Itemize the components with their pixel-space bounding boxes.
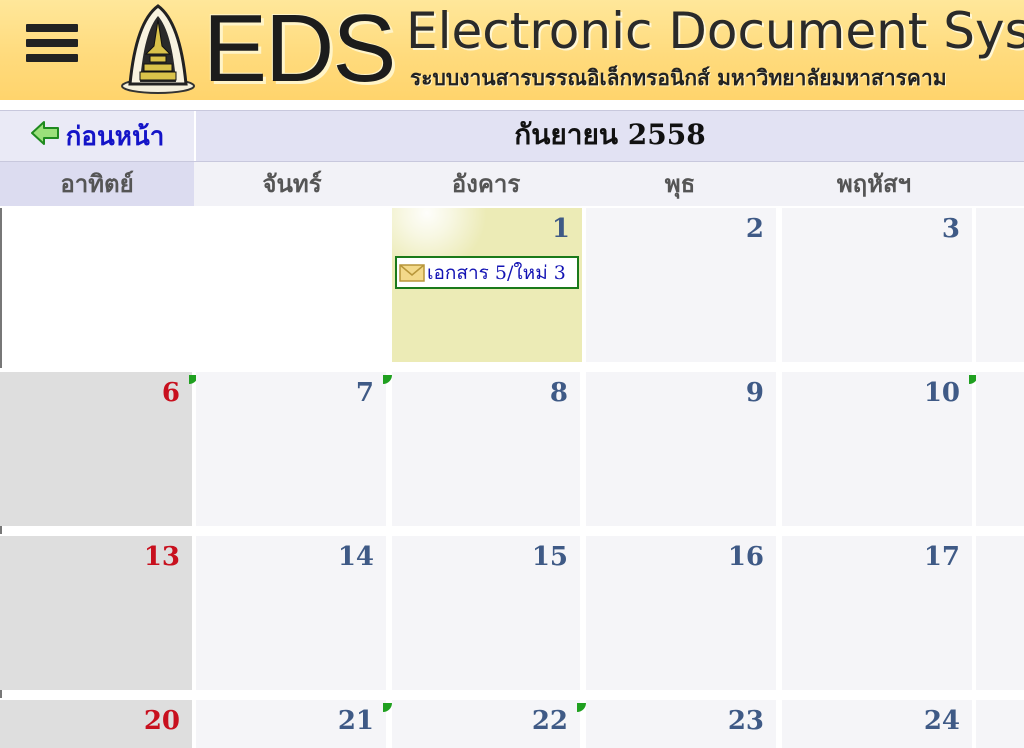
day-cell[interactable]: 16 (586, 536, 776, 690)
day-number: 1 (551, 214, 570, 244)
weekday-header: อาทิตย์ จันทร์ อังคาร พุธ พฤหัสฯ (0, 162, 1024, 206)
day-cell[interactable]: 10 (782, 372, 972, 526)
day-cell[interactable]: 7 (196, 372, 386, 526)
previous-month-label: ก่อนหน้า (65, 121, 165, 152)
event-marker-icon (374, 694, 392, 712)
weekday-wednesday: พุธ (664, 169, 696, 198)
arrow-left-icon (30, 121, 59, 145)
system-subtitle: ระบบงานสารบรรณอิเล็กทรอนิกส์ มหาวิทยาลัย… (410, 66, 947, 90)
previous-month-button[interactable]: ก่อนหน้า (0, 111, 196, 161)
day-number: 2 (745, 214, 764, 244)
logo-text: EDS (203, 0, 396, 100)
weekday-thursday: พฤหัสฯ (836, 169, 912, 198)
day-cell[interactable]: 14 (196, 536, 386, 690)
day-cell[interactable]: 3 (782, 208, 972, 362)
day-number: 21 (337, 706, 374, 736)
day-cell-today[interactable]: 1 เอกสาร 5/ใหม่ 3 (392, 208, 582, 362)
grid-border (0, 526, 2, 534)
day-cell[interactable]: 23 (586, 700, 776, 748)
day-cell[interactable]: 24 (782, 700, 972, 748)
event-label: เอกสาร 5/ใหม่ 3 (427, 261, 566, 284)
day-number: 22 (531, 706, 568, 736)
day-number: 7 (355, 378, 374, 408)
day-number: 23 (727, 706, 764, 736)
day-number: 13 (143, 542, 180, 572)
day-cell[interactable]: 15 (392, 536, 580, 690)
day-cell[interactable]: 22 (392, 700, 580, 748)
day-cell[interactable]: 2 (586, 208, 776, 362)
day-number: 8 (549, 378, 568, 408)
university-emblem-icon (121, 4, 195, 94)
day-cell-sunday[interactable]: 20 (0, 700, 192, 748)
day-cell[interactable]: 17 (782, 536, 972, 690)
day-number: 16 (727, 542, 764, 572)
system-title: Electronic Document System (406, 2, 1024, 60)
weekday-tuesday: อังคาร (451, 169, 521, 198)
day-number: 14 (337, 542, 374, 572)
day-cell-empty (194, 208, 388, 364)
day-cell-sunday[interactable]: 6 (0, 372, 192, 526)
day-cell-partial[interactable] (976, 536, 1024, 690)
day-cell-partial[interactable] (976, 700, 1024, 748)
event-documents[interactable]: เอกสาร 5/ใหม่ 3 (395, 256, 579, 289)
hamburger-menu-icon[interactable] (26, 24, 78, 76)
grid-border (0, 208, 2, 368)
weekday-monday: จันทร์ (262, 169, 322, 198)
day-number: 10 (923, 378, 960, 408)
day-cell-partial[interactable] (976, 372, 1024, 526)
day-cell-empty (0, 208, 192, 364)
day-number: 17 (923, 542, 960, 572)
day-number: 3 (941, 214, 960, 244)
day-cell-partial[interactable] (976, 208, 1024, 362)
day-cell[interactable]: 9 (586, 372, 776, 526)
day-number: 6 (161, 378, 180, 408)
app-header: EDS Electronic Document System ระบบงานสา… (0, 0, 1024, 100)
day-number: 24 (923, 706, 960, 736)
month-navigation-bar: ก่อนหน้า กันยายน 2558 (0, 110, 1024, 162)
event-marker-icon (568, 694, 586, 712)
day-number: 15 (531, 542, 568, 572)
day-cell[interactable]: 21 (196, 700, 386, 748)
month-title: กันยายน 2558 (514, 118, 706, 151)
envelope-icon (399, 263, 425, 282)
weekday-sunday: อาทิตย์ (0, 162, 194, 206)
grid-border (0, 690, 2, 698)
day-cell-sunday[interactable]: 13 (0, 536, 192, 690)
day-cell[interactable]: 8 (392, 372, 580, 526)
day-number: 20 (143, 706, 180, 736)
day-number: 9 (745, 378, 764, 408)
event-marker-icon (374, 366, 392, 384)
